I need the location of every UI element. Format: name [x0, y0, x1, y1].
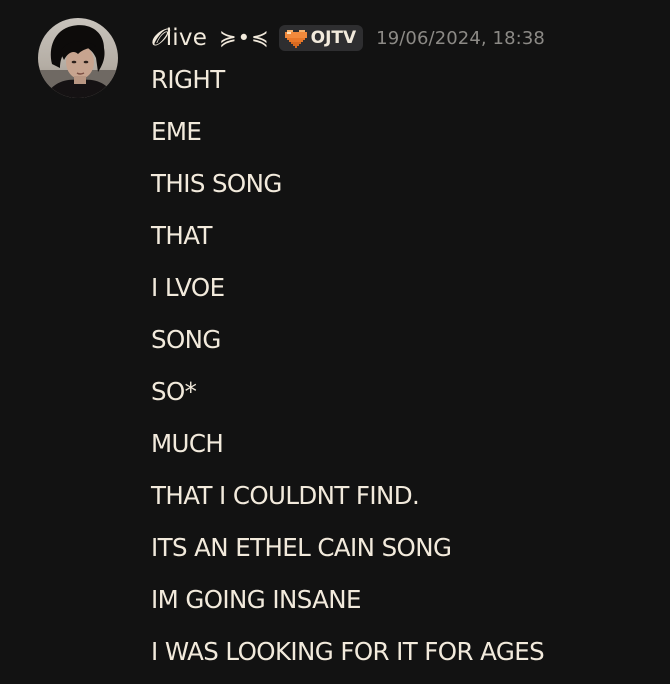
- username-kaomoji: ≽•≼: [219, 26, 270, 50]
- message-content: RIGHT EME THIS SONG THAT I LVOE SONG SO*…: [151, 60, 545, 684]
- username-initial: 𝓞: [151, 25, 166, 51]
- message-header: 𝓞live ≽•≼ OJTV 19/06/2024, 18:38: [151, 20, 545, 56]
- profile-photo-avatar: [38, 18, 118, 98]
- username-rest: live: [165, 25, 208, 51]
- message-line: EME: [151, 117, 202, 146]
- orange-pixel-heart-icon: [284, 30, 307, 48]
- message-line: ITS AN ETHEL CAIN SONG: [151, 533, 452, 562]
- message-line: THIS SONG: [151, 169, 282, 198]
- message-line: IM GOING INSANE: [151, 585, 361, 614]
- message-line: SONG: [151, 325, 221, 354]
- server-tag[interactable]: OJTV: [278, 25, 364, 51]
- message-line: I WAS LOOKING FOR IT FOR AGES: [151, 637, 545, 666]
- server-tag-label: OJTV: [310, 28, 357, 48]
- username[interactable]: 𝓞live: [151, 25, 207, 51]
- message-line: MUCH: [151, 429, 224, 458]
- message-line: THAT I COULDNT FIND.: [151, 481, 420, 510]
- message-line: I LVOE: [151, 273, 225, 302]
- message-line: SO*: [151, 377, 197, 406]
- user-avatar[interactable]: [38, 18, 118, 98]
- message-line: THAT: [151, 221, 212, 250]
- message-line: RIGHT: [151, 65, 225, 94]
- chat-message: 𝓞live ≽•≼ OJTV 19/06/2024, 18:38 RIGHT E…: [0, 0, 670, 676]
- message-timestamp[interactable]: 19/06/2024, 18:38: [376, 28, 545, 49]
